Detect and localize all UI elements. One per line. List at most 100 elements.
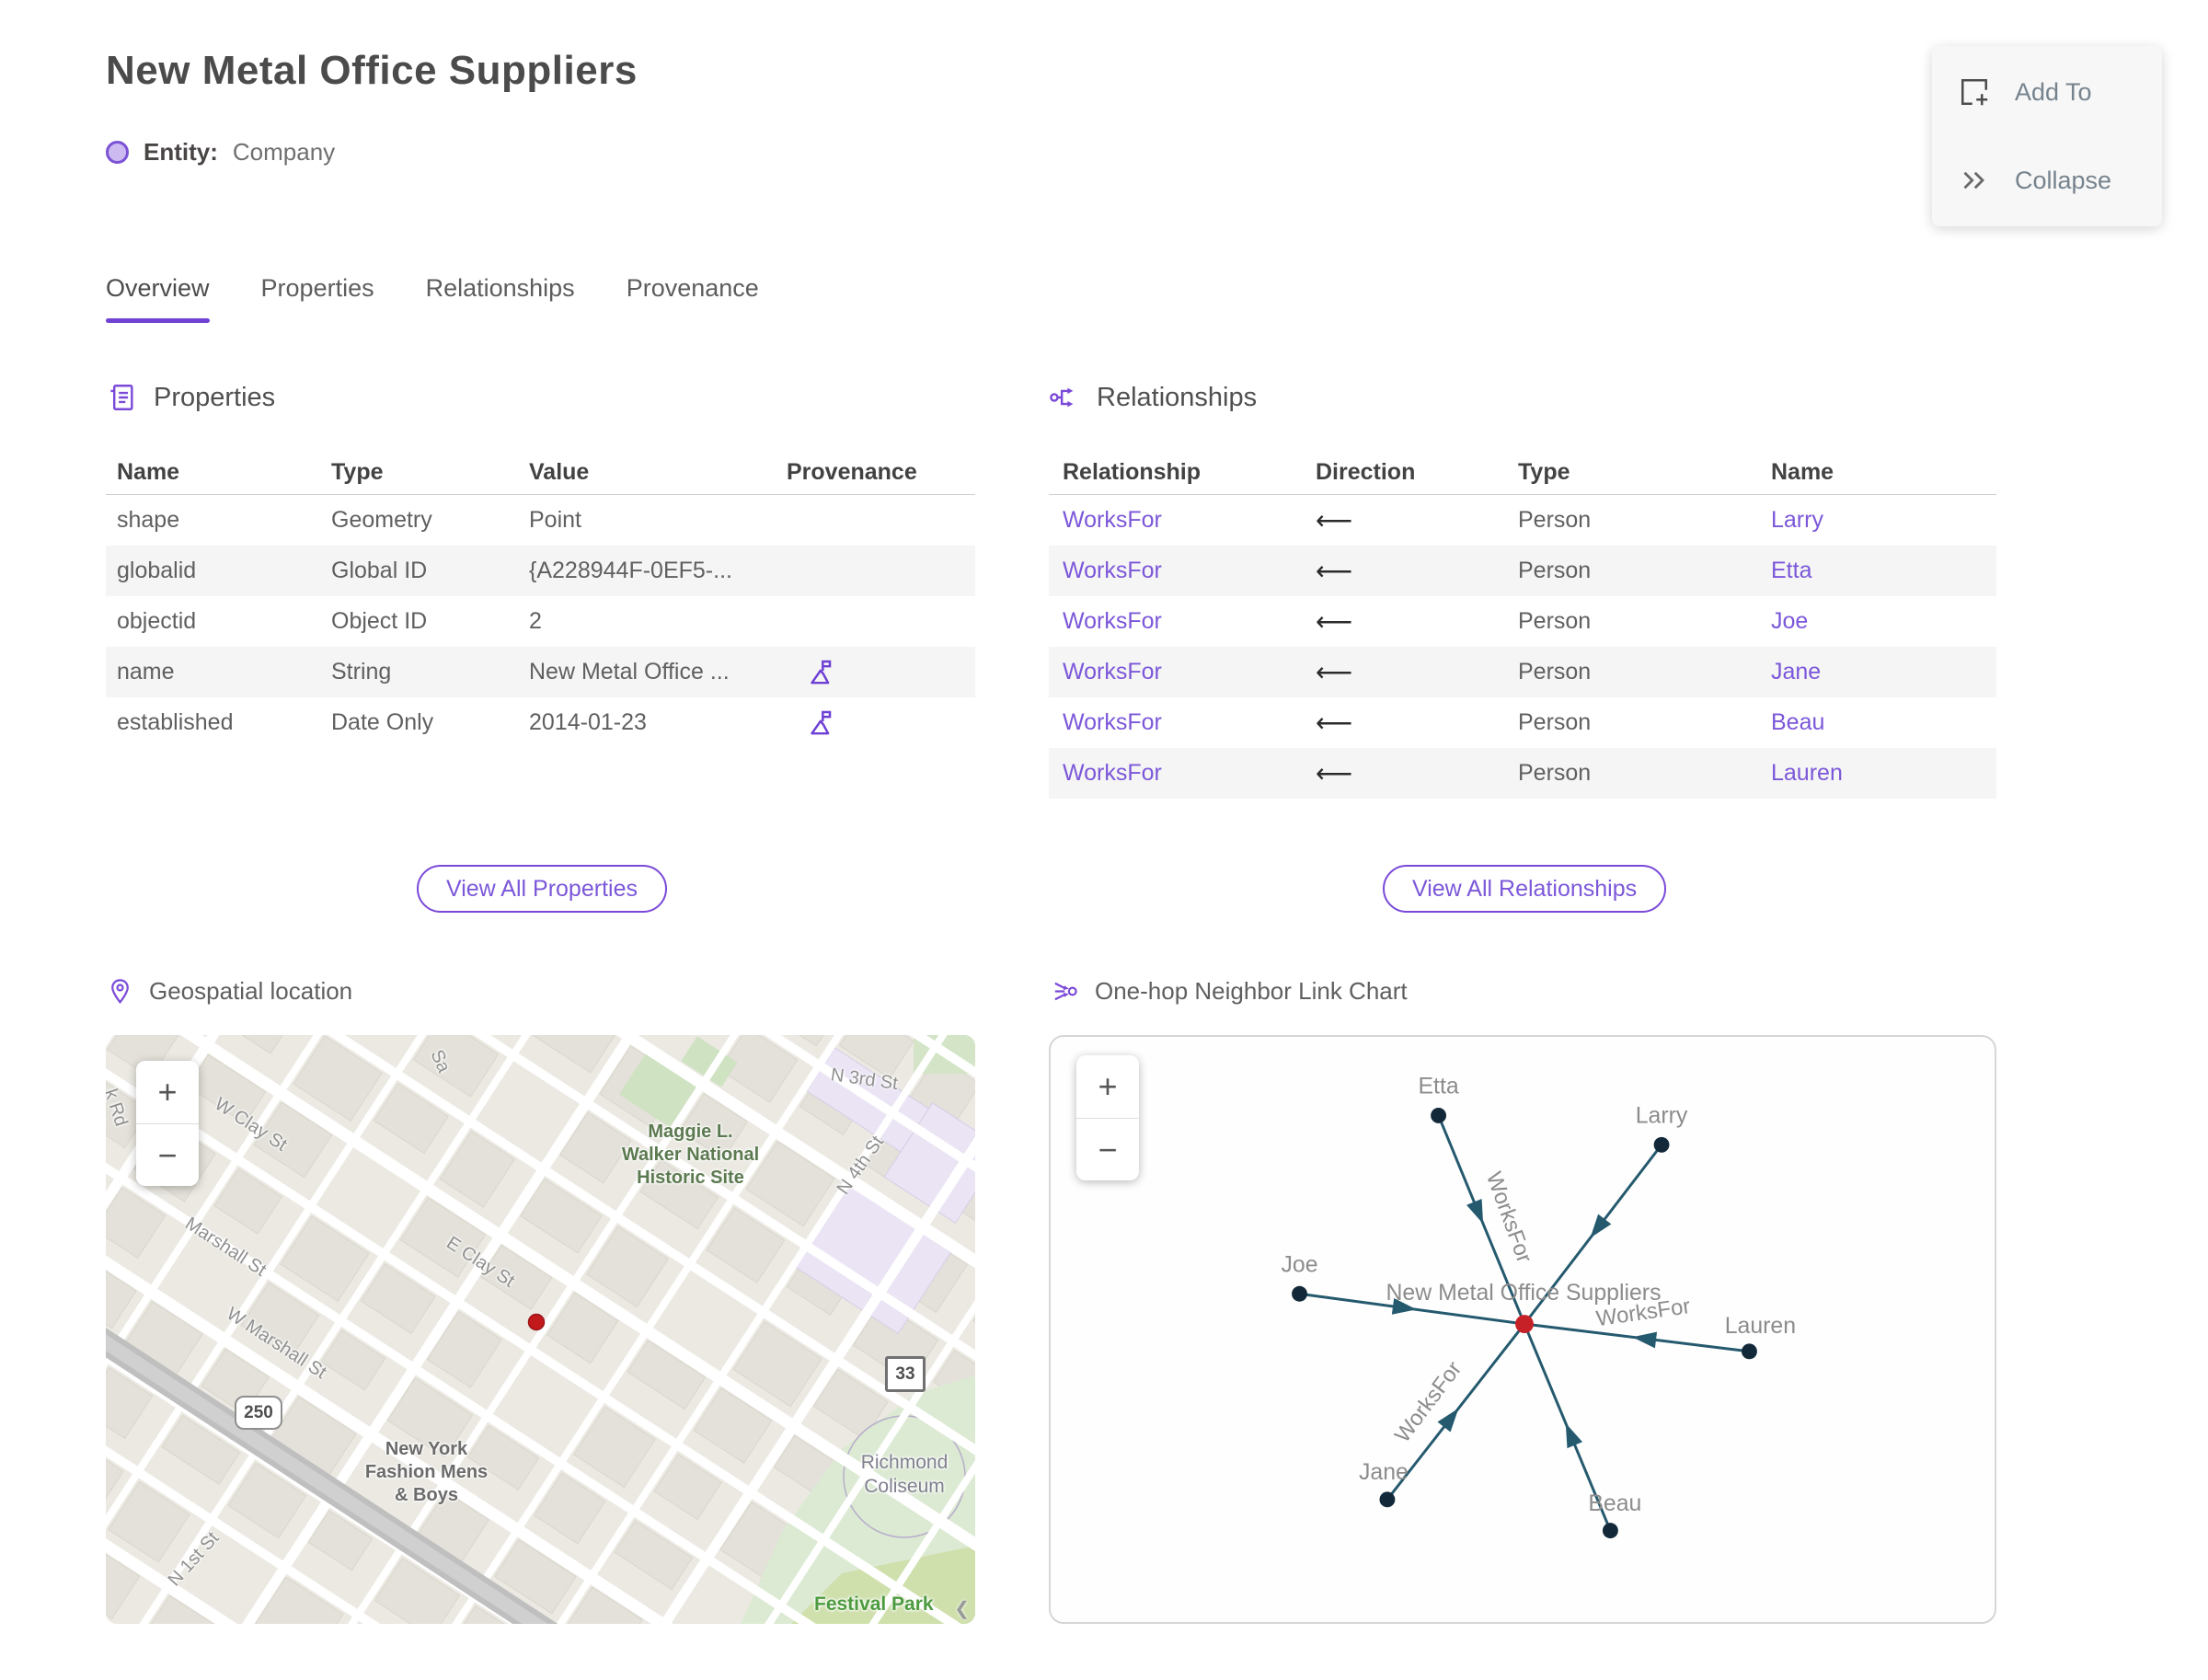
graph-center-label: New Metal Office Suppliers [1386, 1281, 1662, 1306]
table-row[interactable]: WorksFor ⟵ Person Lauren [1049, 748, 1996, 799]
relationships-table-header: Relationship Direction Type Name [1049, 451, 1996, 495]
tab-provenance[interactable]: Provenance [627, 274, 759, 323]
relationship-link[interactable]: WorksFor [1063, 709, 1162, 735]
direction-arrow: ⟵ [1316, 708, 1353, 737]
map-attribution-toggle-icon[interactable]: ❮ [954, 1597, 970, 1620]
table-row[interactable]: globalid Global ID {A228944F-0EF5-... [106, 546, 975, 596]
tab-relationships[interactable]: Relationships [426, 274, 575, 323]
graph-edge-label: WorksFor [1390, 1357, 1466, 1447]
add-to-label: Add To [2015, 77, 2092, 106]
direction-arrow: ⟵ [1316, 607, 1353, 636]
collapse-button[interactable]: Collapse [1958, 164, 2136, 197]
map[interactable]: k Rd W Clay St Sa Marshall St W Marshall… [106, 1035, 975, 1624]
place-label: Maggie L. Walker National Historic Site [621, 1122, 760, 1188]
graph-node-label: Lauren [1725, 1314, 1796, 1339]
link-chart-zoom-in-button[interactable]: + [1076, 1055, 1139, 1118]
relationship-link[interactable]: WorksFor [1063, 507, 1162, 533]
table-row[interactable]: WorksFor ⟵ Person Larry [1049, 495, 1996, 546]
table-row[interactable]: WorksFor ⟵ Person Joe [1049, 596, 1996, 647]
view-all-properties-button[interactable]: View All Properties [417, 865, 667, 913]
properties-section-title: Properties [154, 382, 276, 412]
view-all-relationships-button[interactable]: View All Relationships [1383, 865, 1667, 913]
properties-table-header: Name Type Value Provenance [106, 451, 975, 495]
actions-panel: Add To Collapse [1932, 46, 2162, 226]
graph-node-label: Larry [1636, 1103, 1688, 1128]
provenance-flag-icon[interactable] [807, 657, 837, 687]
graph-node-larry[interactable] [1653, 1136, 1670, 1153]
properties-section-header: Properties [106, 382, 275, 413]
map-zoom-in-button[interactable]: + [136, 1061, 199, 1123]
table-row[interactable]: WorksFor ⟵ Person Etta [1049, 546, 1996, 596]
table-row[interactable]: objectid Object ID 2 [106, 596, 975, 647]
entity-type-dot-icon [106, 141, 129, 164]
collapse-label: Collapse [2015, 166, 2112, 194]
relationships-section-header: Relationships [1049, 382, 1257, 413]
geospatial-section-title: Geospatial location [149, 977, 353, 1005]
relationship-link[interactable]: WorksFor [1063, 558, 1162, 583]
tab-properties[interactable]: Properties [261, 274, 374, 323]
route-shield-250: 250 [235, 1396, 282, 1430]
graph-node-joe[interactable] [1292, 1285, 1307, 1302]
direction-arrow: ⟵ [1316, 658, 1353, 686]
table-row[interactable]: name String New Metal Office ... [106, 647, 975, 697]
entity-link[interactable]: Lauren [1771, 760, 1843, 786]
direction-arrow: ⟵ [1316, 557, 1353, 585]
direction-arrow: ⟵ [1316, 759, 1353, 788]
relationships-graph-icon [1050, 387, 1074, 408]
graph-center-node[interactable] [1515, 1315, 1534, 1333]
geospatial-section-header: Geospatial location [106, 977, 352, 1006]
entity-details-page: New Metal Office Suppliers Entity: Compa… [0, 0, 2208, 1680]
document-icon [110, 385, 133, 410]
link-chart-section-title: One-hop Neighbor Link Chart [1095, 977, 1408, 1005]
graph-node-jane[interactable] [1379, 1491, 1396, 1508]
page-title: New Metal Office Suppliers [106, 48, 638, 93]
link-chart-zoom-out-button[interactable]: − [1076, 1118, 1139, 1180]
entity-link[interactable]: Beau [1771, 709, 1824, 735]
add-to-icon [1961, 78, 1988, 106]
relationship-link[interactable]: WorksFor [1063, 608, 1162, 634]
place-label: New York Fashion Mens & Boys [364, 1439, 489, 1505]
link-chart-section-header: One-hop Neighbor Link Chart [1052, 977, 1408, 1006]
entity-link[interactable]: Jane [1771, 659, 1821, 685]
graph-node-lauren[interactable] [1742, 1343, 1757, 1360]
relationship-link[interactable]: WorksFor [1063, 659, 1162, 685]
place-label: Richmond Coliseum [860, 1452, 949, 1498]
tab-overview[interactable]: Overview [106, 274, 210, 323]
entity-row: Entity: Company [106, 138, 335, 167]
graph-node-label: Joe [1282, 1252, 1318, 1277]
graph-edge-label: WorksFor [1481, 1168, 1537, 1266]
properties-table: Name Type Value Provenance shape Geometr… [106, 451, 975, 748]
double-chevron-right-icon [1963, 171, 1985, 190]
graph-node-label: Jane [1359, 1460, 1409, 1485]
link-chart-canvas: Etta Larry Joe Lauren Jane Beau New Metal Offi… [1282, 1075, 1796, 1539]
graph-node-etta[interactable] [1431, 1108, 1447, 1123]
map-zoom-out-button[interactable]: − [136, 1123, 199, 1186]
map-location-marker[interactable] [527, 1313, 546, 1331]
link-chart[interactable]: Etta Larry Joe Lauren Jane Beau New Metal Offi… [1049, 1035, 1996, 1624]
graph-node-beau[interactable] [1602, 1523, 1618, 1539]
table-row[interactable]: shape Geometry Point [106, 495, 975, 546]
entity-type-value: Company [232, 138, 336, 166]
map-pin-icon [111, 979, 129, 1004]
table-row[interactable]: WorksFor ⟵ Person Beau [1049, 697, 1996, 748]
graph-node-label: Beau [1588, 1491, 1641, 1516]
tab-bar: Overview Properties Relationships Proven… [106, 274, 759, 323]
add-to-button[interactable]: Add To [1958, 75, 2136, 109]
place-label: Festival Park [814, 1594, 934, 1615]
entity-label: Entity: [144, 138, 218, 166]
relationships-section-title: Relationships [1097, 382, 1258, 412]
entity-link[interactable]: Etta [1771, 558, 1811, 583]
link-chart-zoom-control: + − [1076, 1055, 1139, 1180]
route-shield-33: 33 [885, 1356, 926, 1392]
entity-link[interactable]: Larry [1771, 507, 1823, 533]
relationship-link[interactable]: WorksFor [1063, 760, 1162, 786]
direction-arrow: ⟵ [1316, 506, 1353, 535]
table-row[interactable]: WorksFor ⟵ Person Jane [1049, 647, 1996, 697]
graph-node-label: Etta [1418, 1075, 1458, 1099]
relationships-table: Relationship Direction Type Name WorksFo… [1049, 451, 1996, 799]
provenance-flag-icon[interactable] [807, 708, 837, 738]
map-zoom-control: + − [136, 1061, 199, 1186]
entity-link[interactable]: Joe [1771, 608, 1808, 634]
one-hop-link-icon [1054, 982, 1077, 1001]
table-row[interactable]: established Date Only 2014-01-23 [106, 697, 975, 748]
